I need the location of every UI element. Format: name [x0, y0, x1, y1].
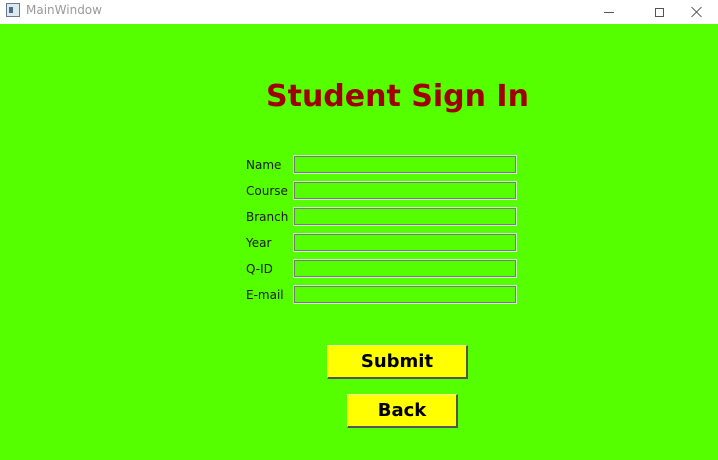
course-label: Course — [246, 184, 288, 198]
branch-field[interactable] — [293, 207, 517, 226]
form-panel: Student Sign In Name Course Branch Year … — [0, 24, 718, 460]
year-field[interactable] — [293, 233, 517, 252]
minimize-button[interactable] — [586, 0, 632, 24]
qid-label: Q-ID — [246, 262, 273, 276]
email-label: E-mail — [246, 288, 284, 302]
back-button[interactable]: Back — [347, 394, 458, 428]
qid-field[interactable] — [293, 259, 517, 278]
submit-button[interactable]: Submit — [327, 345, 468, 379]
title-bar: MainWindow — [0, 0, 718, 24]
close-icon — [691, 6, 703, 18]
course-field[interactable] — [293, 181, 517, 200]
window-title: MainWindow — [26, 3, 102, 17]
page-title: Student Sign In — [266, 79, 529, 114]
email-field[interactable] — [293, 285, 517, 304]
minimize-icon — [604, 11, 614, 13]
maximize-icon — [654, 7, 664, 17]
name-field[interactable] — [293, 155, 517, 174]
app-window-icon — [6, 3, 20, 17]
close-button[interactable] — [674, 0, 718, 24]
name-label: Name — [246, 158, 282, 172]
year-label: Year — [246, 236, 272, 250]
branch-label: Branch — [246, 210, 289, 224]
